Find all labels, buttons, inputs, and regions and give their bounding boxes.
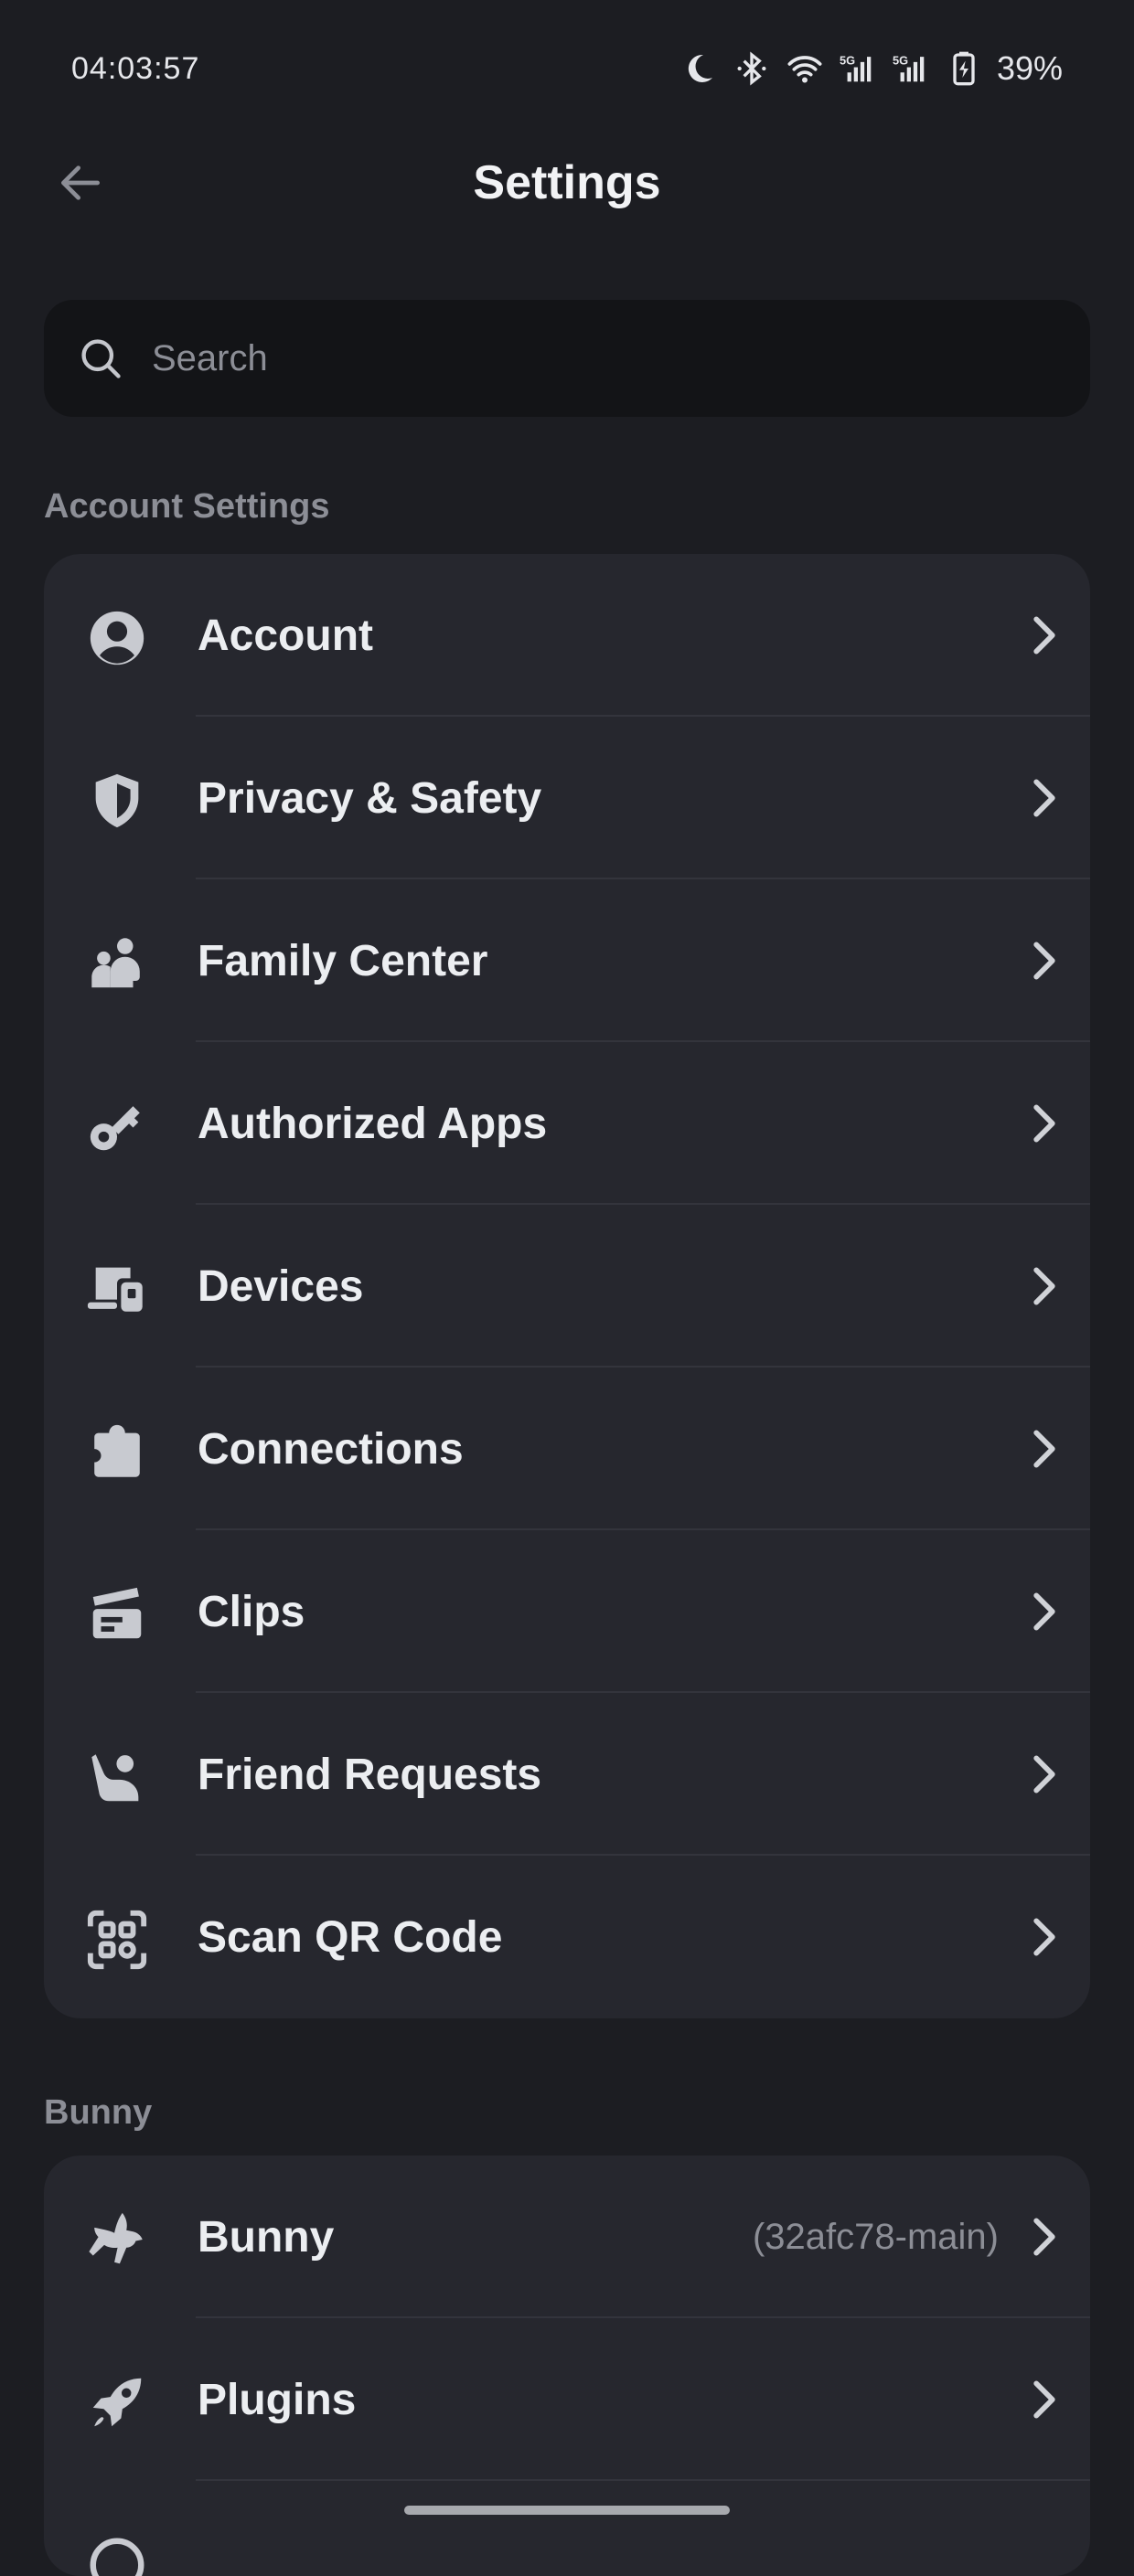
chevron-right-icon	[1024, 1429, 1064, 1469]
settings-item-connections[interactable]: Connections	[44, 1368, 1090, 1530]
chevron-right-icon	[1024, 1917, 1064, 1957]
shield-icon	[84, 768, 150, 834]
bluetooth-icon	[732, 48, 772, 89]
settings-item-label: Devices	[198, 1261, 364, 1311]
page-title: Settings	[473, 156, 661, 209]
version-value: (32afc78-main)	[752, 2216, 999, 2257]
status-icons: 5G 5G 39%	[679, 48, 1063, 89]
settings-item-label: Scan QR Code	[198, 1912, 503, 1962]
section-heading-bunny: Bunny	[44, 2093, 153, 2132]
search-box[interactable]	[44, 300, 1090, 417]
app-header: Settings	[0, 119, 1134, 247]
account-circle-icon	[84, 605, 150, 671]
qr-code-icon	[84, 1907, 150, 1973]
account-settings-group: Account Privacy & Safety Family Center A…	[44, 554, 1090, 2018]
home-indicator[interactable]	[404, 2506, 730, 2515]
section-heading-account-settings: Account Settings	[44, 487, 330, 526]
settings-item-account[interactable]: Account	[44, 554, 1090, 717]
settings-item-family-center[interactable]: Family Center	[44, 879, 1090, 1042]
key-icon	[84, 1093, 150, 1159]
settings-item-scan-qr-code[interactable]: Scan QR Code	[44, 1856, 1090, 2018]
network-label: 5G	[840, 54, 855, 68]
chevron-right-icon	[1024, 1754, 1064, 1794]
chevron-right-icon	[1024, 2217, 1064, 2257]
settings-item-privacy-safety[interactable]: Privacy & Safety	[44, 717, 1090, 879]
search-icon	[81, 339, 121, 378]
back-button[interactable]	[48, 150, 113, 216]
status-bar: 04:03:57 5G 5G 39%	[0, 0, 1134, 137]
settings-item-label: Authorized Apps	[198, 1099, 548, 1148]
settings-item-label: Family Center	[198, 936, 488, 985]
chevron-right-icon	[1024, 941, 1064, 981]
chevron-right-icon	[1024, 778, 1064, 818]
settings-item-bunny[interactable]: Bunny (32afc78-main)	[44, 2156, 1090, 2318]
settings-item-authorized-apps[interactable]: Authorized Apps	[44, 1042, 1090, 1205]
cellular-signal-2-icon: 5G	[891, 48, 931, 89]
waving-person-icon	[84, 1744, 150, 1810]
network-label-2: 5G	[893, 54, 908, 68]
devices-icon	[84, 1256, 150, 1322]
settings-item-label: Friend Requests	[198, 1750, 542, 1799]
settings-item-plugins[interactable]: Plugins	[44, 2318, 1090, 2481]
battery-percent: 39%	[996, 49, 1063, 87]
family-icon	[84, 931, 150, 996]
search-input[interactable]	[150, 336, 977, 380]
settings-item-label: Connections	[198, 1424, 464, 1474]
battery-charging-icon	[944, 48, 984, 89]
chevron-right-icon	[1024, 615, 1064, 655]
settings-item-label: Plugins	[198, 2375, 357, 2424]
chevron-right-icon	[1024, 2379, 1064, 2420]
cellular-signal-icon: 5G	[838, 48, 878, 89]
chevron-right-icon	[1024, 1103, 1064, 1144]
settings-item-friend-requests[interactable]: Friend Requests	[44, 1693, 1090, 1856]
settings-item-label: Clips	[198, 1587, 305, 1636]
settings-item-clips[interactable]: Clips	[44, 1530, 1090, 1693]
status-time: 04:03:57	[71, 50, 200, 86]
moon-icon	[679, 48, 719, 89]
rocket-icon	[84, 2369, 150, 2435]
settings-item-label: Bunny	[198, 2212, 335, 2262]
puzzle-icon	[84, 1419, 150, 1485]
bunny-icon	[84, 2207, 150, 2273]
partial-icon	[84, 2532, 150, 2576]
wifi-icon	[785, 48, 825, 89]
clapperboard-icon	[84, 1581, 150, 1647]
settings-item-devices[interactable]: Devices	[44, 1205, 1090, 1368]
chevron-right-icon	[1024, 1591, 1064, 1632]
chevron-right-icon	[1024, 1266, 1064, 1306]
settings-item-partial[interactable]	[44, 2481, 1090, 2576]
settings-item-label: Privacy & Safety	[198, 773, 542, 823]
arrow-left-icon	[61, 165, 100, 200]
settings-item-label: Account	[198, 611, 373, 660]
